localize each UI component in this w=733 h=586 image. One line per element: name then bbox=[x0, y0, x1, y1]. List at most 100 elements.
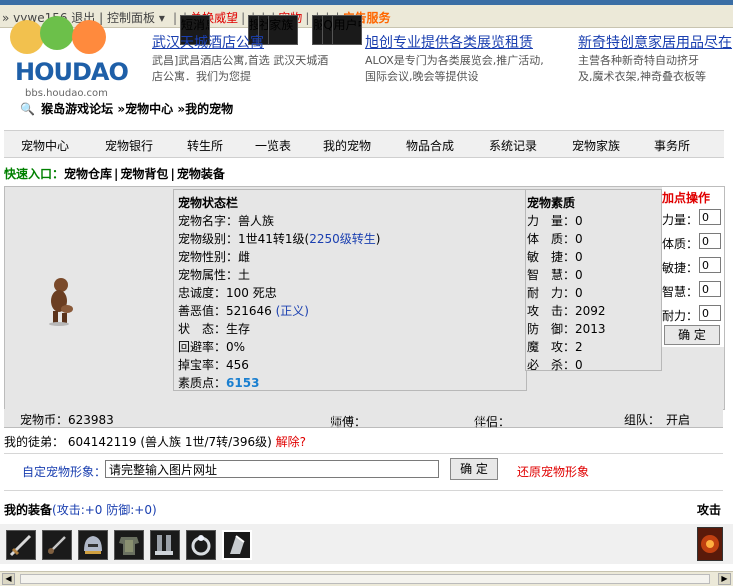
stamina-label: 耐力： bbox=[662, 309, 699, 323]
quality-row: 魔 攻：2 bbox=[527, 340, 583, 354]
divider bbox=[4, 453, 723, 454]
custom-image-confirm-button[interactable]: 确 定 bbox=[450, 458, 498, 480]
top-menu-item[interactable]: 用户中心 bbox=[332, 15, 363, 45]
pet-level: 宠物级别：1世41转1级(2250级转生) bbox=[178, 230, 380, 247]
person-icon: » bbox=[2, 11, 10, 25]
add-points-confirm-button[interactable]: 确 定 bbox=[664, 325, 720, 345]
team-info: 组队： 开启 bbox=[624, 413, 691, 427]
quality-row: 必 杀：0 bbox=[527, 358, 583, 372]
strength-input[interactable]: 0 bbox=[699, 209, 721, 225]
strength-label: 力量： bbox=[662, 213, 699, 227]
wisdom-label: 智慧： bbox=[662, 285, 699, 299]
ad-desc: 及,魔术衣架,神奇叠衣板等 bbox=[578, 70, 706, 83]
quality-row: 智 慧：0 bbox=[527, 268, 583, 282]
ad-block-1[interactable]: 武汉天城酒店公寓 武昌]武昌酒店公寓,首选 武汉天城酒 店公寓．我们为您提 bbox=[152, 32, 328, 84]
quality-row: 耐 力：0 bbox=[527, 286, 583, 300]
divider: | bbox=[173, 11, 178, 25]
boots-icon[interactable] bbox=[150, 530, 180, 560]
ad-title[interactable]: 新奇特创意家居用品尽在 bbox=[578, 32, 733, 52]
equipment-title: 我的装备 bbox=[4, 503, 53, 517]
equipment-bar bbox=[0, 524, 733, 564]
dagger-icon[interactable] bbox=[42, 530, 72, 560]
scrollbar-thumb[interactable] bbox=[20, 574, 710, 584]
tab-system-log[interactable]: 系统记录 bbox=[489, 137, 537, 154]
pet-attribute: 宠物属性：土 bbox=[178, 268, 251, 282]
divider: | bbox=[114, 167, 119, 181]
quality-title: 宠物素质 bbox=[527, 196, 576, 210]
ad-desc: 店公寓．我们为您提 bbox=[152, 70, 251, 83]
horizontal-scrollbar[interactable]: ◀ ▶ bbox=[0, 571, 733, 586]
ad-desc: ALOX是专门为各类展览会,推广活动, bbox=[365, 54, 544, 67]
divider: | bbox=[170, 167, 175, 181]
disciple-label: 我的徒弟： bbox=[4, 435, 65, 449]
ad-title[interactable]: 武汉天城酒店公寓 bbox=[152, 32, 328, 52]
scroll-left-icon[interactable]: ◀ bbox=[2, 573, 15, 585]
ring-icon[interactable] bbox=[186, 530, 216, 560]
tab-my-pet[interactable]: 我的宠物 bbox=[323, 137, 371, 154]
breadcrumb-forum[interactable]: 猴岛游戏论坛 bbox=[41, 102, 113, 116]
top-menu: |短消息|兑换威望|搜索|社区服务|家族|宠物|脑残體|QQ强制聊天|用户中心|… bbox=[170, 9, 391, 45]
sword-icon[interactable] bbox=[6, 530, 36, 560]
wisdom-input[interactable]: 0 bbox=[699, 281, 721, 297]
link-pet-warehouse[interactable]: 宠物仓库 bbox=[64, 167, 112, 181]
tab-pet-family[interactable]: 宠物家族 bbox=[572, 137, 620, 154]
logo-badge-icon bbox=[40, 16, 74, 50]
attack-header: 攻击 bbox=[697, 503, 722, 517]
logo-url: bbs.houdao.com bbox=[25, 88, 108, 99]
custom-image-label: 自定宠物形象： bbox=[22, 465, 107, 479]
pet-points-label: 素质点： bbox=[178, 376, 227, 390]
tab-office[interactable]: 事务所 bbox=[654, 137, 690, 154]
custom-image-row: 自定宠物形象： 请完整输入图片网址 确 定 还原宠物形象 bbox=[22, 458, 589, 480]
ad-block-3[interactable]: 新奇特创意家居用品尽在 主营各种新奇特自动挤牙 及,魔术衣架,神奇叠衣板等 bbox=[578, 32, 733, 84]
tab-pet-center[interactable]: 宠物中心 bbox=[21, 137, 69, 154]
constitution-input[interactable]: 0 bbox=[699, 233, 721, 249]
scroll-right-icon[interactable]: ▶ bbox=[718, 573, 731, 585]
quick-entry-label: 快速入口： bbox=[4, 167, 65, 181]
chevron-down-icon[interactable]: ▾ bbox=[159, 11, 165, 25]
pet-points: 素质点：6153 bbox=[178, 374, 259, 391]
tab-synthesis[interactable]: 物品合成 bbox=[406, 137, 454, 154]
site-logo[interactable]: HOUDAO bbs.houdao.com bbox=[10, 16, 145, 100]
link-pet-backpack[interactable]: 宠物背包 bbox=[120, 167, 168, 181]
breadcrumb-center[interactable]: 宠物中心 bbox=[125, 102, 173, 116]
master-value: 无 bbox=[330, 415, 343, 429]
breadcrumb-current[interactable]: 我的宠物 bbox=[185, 102, 233, 116]
link-pet-equipment[interactable]: 宠物装备 bbox=[177, 167, 225, 181]
amulet-icon[interactable] bbox=[222, 530, 252, 560]
stamina-input[interactable]: 0 bbox=[699, 305, 721, 321]
quality-row: 攻 击：2092 bbox=[527, 304, 606, 318]
ad-title[interactable]: 旭创专业提供各类展览租赁 bbox=[365, 32, 544, 52]
image-url-input[interactable]: 请完整输入图片网址 bbox=[105, 460, 439, 478]
tab-pet-bank[interactable]: 宠物银行 bbox=[105, 137, 153, 154]
tab-overview[interactable]: 一览表 bbox=[255, 137, 291, 154]
release-disciple-link[interactable]: 解除? bbox=[276, 435, 306, 449]
pet-karma: 善恶值：521646 (正义) bbox=[178, 302, 309, 319]
karma-link[interactable]: (正义) bbox=[276, 304, 309, 318]
breadcrumb-sep: » bbox=[177, 102, 186, 116]
attack-item-icon[interactable] bbox=[697, 527, 723, 561]
pet-loyalty: 忠诚度：100 死忠 bbox=[178, 286, 277, 300]
logo-badge-icon bbox=[10, 20, 44, 54]
ad-desc: 主营各种新奇特自动挤牙 bbox=[578, 54, 699, 67]
pet-level-text: 宠物级别：1世41转1级( bbox=[178, 232, 310, 246]
logo-text: HOUDAO bbox=[15, 58, 129, 86]
tab-rebirth[interactable]: 转生所 bbox=[187, 137, 223, 154]
equipment-stats: (攻击:+0 防御:+0) bbox=[52, 503, 157, 517]
pet-state: 状 态：生存 bbox=[178, 322, 251, 336]
pet-level-suffix: ) bbox=[375, 232, 381, 246]
armor-icon[interactable] bbox=[114, 530, 144, 560]
ad-block-2[interactable]: 旭创专业提供各类展览租赁 ALOX是专门为各类展览会,推广活动, 国际会议,晚会… bbox=[365, 32, 544, 84]
pet-sprite-icon bbox=[49, 278, 73, 326]
ad-desc: 武昌]武昌酒店公寓,首选 武汉天城酒 bbox=[152, 54, 329, 67]
agility-input[interactable]: 0 bbox=[699, 257, 721, 273]
search-icon: 🔍 bbox=[20, 102, 35, 116]
helmet-icon[interactable] bbox=[78, 530, 108, 560]
pet-karma-text: 善恶值：521646 bbox=[178, 304, 276, 318]
pet-name: 宠物名字：兽人族 bbox=[178, 214, 275, 228]
rebirth-link[interactable]: 2250级转生 bbox=[309, 232, 376, 246]
status-title: 宠物状态栏 bbox=[178, 196, 239, 210]
add-points-title: 加点操作 bbox=[662, 191, 711, 205]
quality-row: 敏 捷：0 bbox=[527, 250, 583, 264]
restore-image-link[interactable]: 还原宠物形象 bbox=[517, 463, 589, 480]
pet-points-value: 6153 bbox=[226, 376, 260, 390]
